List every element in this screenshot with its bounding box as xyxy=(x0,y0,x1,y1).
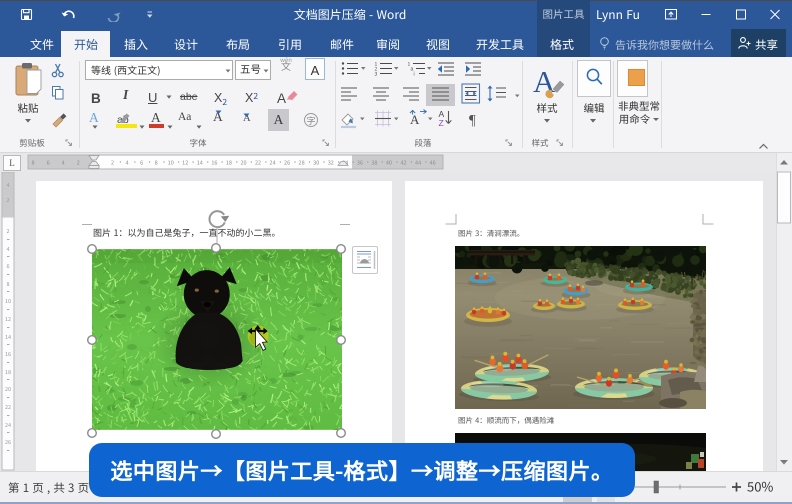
svg-text:2: 2 xyxy=(6,196,9,204)
svg-text:6: 6 xyxy=(6,262,9,270)
svg-text:20: 20 xyxy=(5,385,11,393)
svg-text:12: 12 xyxy=(182,158,188,166)
svg-text:32: 32 xyxy=(328,158,334,166)
svg-text:40: 40 xyxy=(386,158,392,166)
svg-text:24: 24 xyxy=(270,158,276,166)
svg-text:20: 20 xyxy=(240,158,246,166)
svg-text:50%: 50% xyxy=(747,478,773,496)
svg-text:14: 14 xyxy=(197,158,203,166)
svg-text:4: 4 xyxy=(125,158,128,166)
svg-text:26: 26 xyxy=(284,158,290,166)
svg-text:22: 22 xyxy=(5,403,11,411)
svg-text:16: 16 xyxy=(211,158,217,166)
svg-text:10: 10 xyxy=(5,297,11,305)
svg-text:8: 8 xyxy=(31,158,34,166)
svg-text:14: 14 xyxy=(5,333,11,341)
svg-text:24: 24 xyxy=(5,421,11,429)
svg-text:36: 36 xyxy=(357,158,363,166)
svg-text:8: 8 xyxy=(155,158,158,166)
svg-text:30: 30 xyxy=(313,158,319,166)
svg-text:4: 4 xyxy=(6,245,9,253)
svg-text:22: 22 xyxy=(255,158,261,166)
svg-text:38: 38 xyxy=(371,158,377,166)
svg-text:44: 44 xyxy=(415,158,421,166)
svg-text:4: 4 xyxy=(6,181,9,189)
svg-text:46: 46 xyxy=(430,158,436,166)
svg-text:4: 4 xyxy=(62,158,65,166)
svg-text:6: 6 xyxy=(47,158,50,166)
svg-text:18: 18 xyxy=(226,158,232,166)
svg-text:26: 26 xyxy=(5,438,11,446)
svg-text:16: 16 xyxy=(5,350,11,358)
svg-text:10: 10 xyxy=(168,158,174,166)
svg-text:28: 28 xyxy=(299,158,305,166)
svg-text:12: 12 xyxy=(5,315,11,323)
svg-text:18: 18 xyxy=(5,368,11,376)
svg-text:2: 2 xyxy=(111,158,114,166)
svg-text:8: 8 xyxy=(6,280,9,288)
svg-text:2: 2 xyxy=(6,227,9,235)
svg-text:42: 42 xyxy=(400,158,406,166)
svg-text:6: 6 xyxy=(140,158,143,166)
svg-text:2: 2 xyxy=(77,158,80,166)
